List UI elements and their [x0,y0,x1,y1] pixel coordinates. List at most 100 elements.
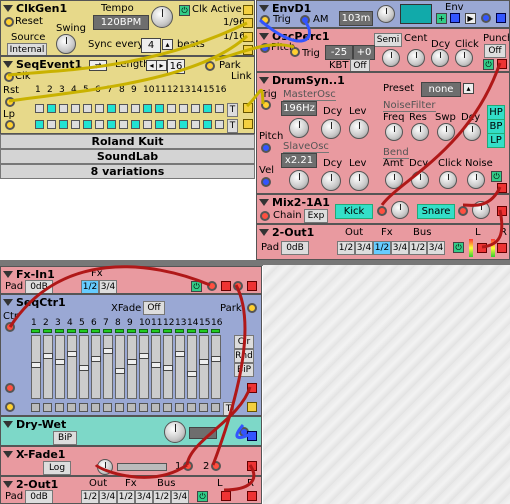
step-row2-cell[interactable] [203,120,212,129]
semi-button[interactable]: Semi [374,33,402,47]
fader-cap[interactable] [103,348,113,354]
mix2-output-jack[interactable] [497,206,507,216]
out-12-button[interactable]: 1/2 [337,241,355,255]
clr-button[interactable]: Clr [234,335,254,349]
fader-cap[interactable] [199,359,209,365]
chain-input-jack[interactable] [260,211,270,221]
bus-12-button[interactable]: 1/2 [409,241,427,255]
step-mute[interactable] [199,403,208,412]
out-r-jack[interactable] [247,491,257,501]
step-row1-cell[interactable] [203,104,212,113]
xfade-output-jack[interactable] [247,461,257,471]
swing-knob[interactable] [56,34,76,54]
tempo-knob[interactable] [151,6,173,28]
step-row2-cell[interactable] [83,120,92,129]
sync-value-display[interactable]: 4 [141,38,161,53]
fader-cap[interactable] [115,368,125,374]
slave-lev-knob[interactable] [349,171,369,191]
step-row1-cell[interactable] [143,104,152,113]
fader-cap[interactable] [31,362,41,368]
row1-output-jack[interactable] [243,103,253,113]
step-row2-cell[interactable] [59,120,68,129]
tempo-display[interactable]: 120BPM [93,15,149,30]
step-row1-cell[interactable] [179,104,188,113]
step-row1-cell[interactable] [95,104,104,113]
div-96-output-jack[interactable] [243,18,253,28]
oscperc-power-icon[interactable]: ⏻ [483,59,494,70]
step-fader[interactable] [199,335,209,399]
nf-res-knob[interactable] [411,123,429,141]
pad-button[interactable]: 0dB [25,490,53,503]
fader-cap[interactable] [91,356,101,362]
pad-button[interactable]: 0dB [281,241,309,255]
out-34-button[interactable]: 3/4 [99,490,117,503]
ctr-input-jack[interactable] [5,322,15,332]
step-mute[interactable] [151,403,160,412]
length-display[interactable]: 16 [167,59,185,74]
am-input-jack[interactable] [300,15,310,25]
collapse-icon[interactable] [259,228,269,236]
fader-cap[interactable] [211,356,221,362]
decay-knob[interactable] [377,5,395,23]
step-row2-cell[interactable] [167,120,176,129]
xfade-button[interactable]: Off [143,301,165,315]
collapse-icon[interactable] [3,298,13,306]
seqctr-output-jack[interactable] [247,383,257,393]
step-mute[interactable] [163,403,172,412]
oscperc-output-jack[interactable] [497,59,507,69]
step-fader[interactable] [127,335,137,399]
step-fader[interactable] [175,335,185,399]
fx-34-button[interactable]: 3/4 [99,280,117,293]
out-12-button[interactable]: 1/2 [81,490,99,503]
collapse-icon[interactable] [3,480,13,488]
clk-power-icon[interactable]: ⏻ [179,5,190,16]
step-row1-cell[interactable] [83,104,92,113]
trig-input-jack[interactable] [260,15,270,25]
step-fader[interactable] [115,335,125,399]
bend-click-knob[interactable] [439,171,457,189]
fxin-power-icon[interactable]: ⏻ [191,281,202,292]
preset-display[interactable]: none [421,82,461,97]
step-row2-cell[interactable] [131,120,140,129]
pitch-input-jack[interactable] [261,143,271,153]
cent-knob[interactable] [407,49,425,67]
rst-input-jack[interactable] [5,97,15,107]
pitch-input-jack[interactable] [260,43,270,53]
env-output-jack[interactable] [450,13,460,23]
step-row1-cell[interactable] [71,104,80,113]
collapse-icon[interactable] [3,4,13,12]
edit-icon[interactable]: ⇄ [89,60,107,71]
out-l-jack[interactable] [477,243,487,253]
step-mute[interactable] [175,403,184,412]
fader-cap[interactable] [163,365,173,371]
step-fader[interactable] [55,335,65,399]
step-row2-cell[interactable] [35,120,44,129]
masterosc-knob[interactable] [289,118,309,138]
ratio-display[interactable]: x2.21 [281,153,317,168]
noise-knob[interactable] [467,171,485,189]
fxin-r-jack[interactable] [233,281,243,291]
bus-34-button[interactable]: 3/4 [427,241,445,255]
step-row1-cell[interactable] [167,104,176,113]
sync-output-jack[interactable] [243,45,253,55]
div-16-output-jack[interactable] [243,32,253,42]
step-mute[interactable] [79,403,88,412]
fader-cap[interactable] [55,359,65,365]
collapse-icon[interactable] [259,76,269,84]
out-l-jack[interactable] [221,491,231,501]
step-fader[interactable] [31,335,41,399]
step-fader[interactable] [211,335,221,399]
kick-input-jack[interactable] [377,206,387,216]
drumsyn-output-jack[interactable] [497,183,507,193]
step-fader[interactable] [91,335,101,399]
env-aux-jack[interactable] [496,13,506,23]
collapse-icon[interactable] [3,420,13,428]
step-row2-cell[interactable] [119,120,128,129]
fx-34-button[interactable]: 3/4 [391,241,409,255]
length-up-icon[interactable]: ▸ [156,60,167,71]
t-button[interactable]: T [223,402,234,415]
step-fader[interactable] [67,335,77,399]
step-mute[interactable] [91,403,100,412]
freq-display[interactable]: 196Hz [281,101,317,116]
step-fader[interactable] [79,335,89,399]
